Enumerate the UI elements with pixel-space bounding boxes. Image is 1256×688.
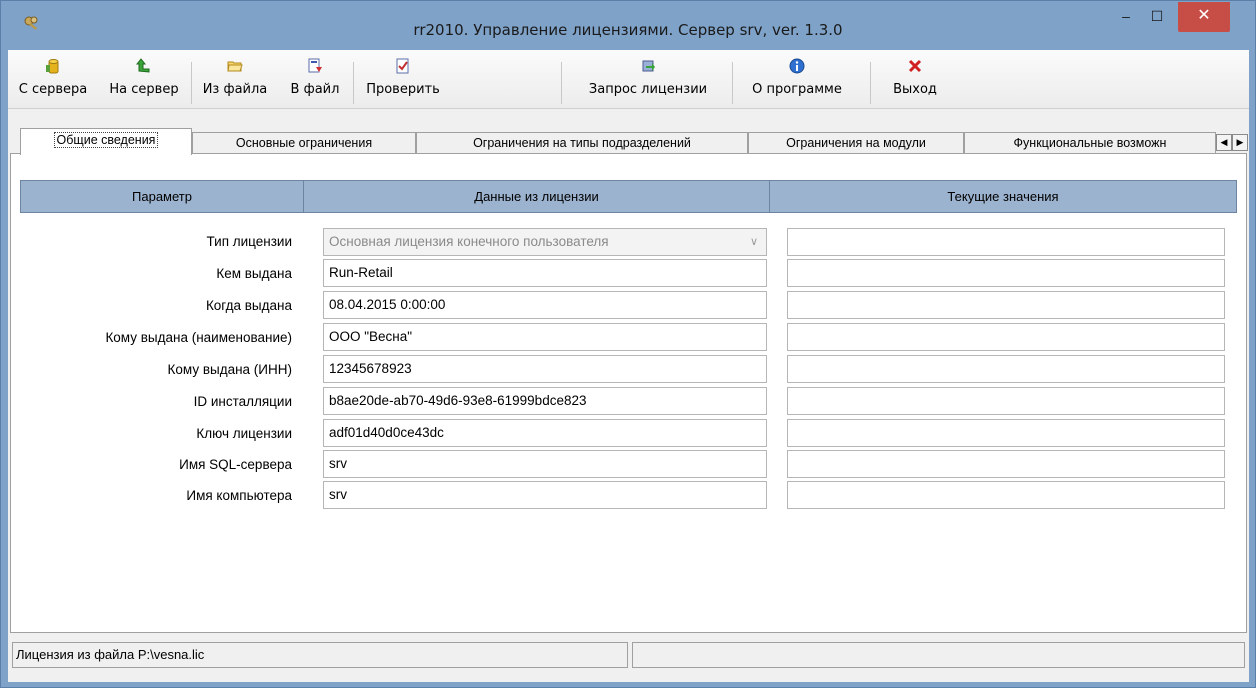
status-license-file: Лицензия из файла P:\vesna.lic: [12, 642, 628, 668]
row-label: Ключ лицензии: [196, 426, 292, 441]
license-value-field[interactable]: adf01d40d0ce43dc: [323, 419, 767, 447]
row-label: Когда выдана: [205, 298, 292, 313]
verify-button[interactable]: Проверить: [360, 58, 446, 108]
row-label: Имя компьютера: [186, 488, 292, 503]
license-value-field[interactable]: 12345678923: [323, 355, 767, 383]
toolbar-separator: [732, 62, 733, 104]
toolbar-separator: [353, 62, 354, 104]
tab-general[interactable]: Общие сведения: [20, 128, 192, 155]
db-download-icon: [46, 59, 59, 74]
verify-label: Проверить: [366, 82, 440, 97]
from-server-button[interactable]: С сервера: [16, 58, 90, 108]
exit-label: Выход: [893, 82, 937, 97]
title-bar[interactable]: rr2010. Управление лицензиями. Сервер sr…: [1, 1, 1255, 50]
row-label: Имя SQL-сервера: [179, 457, 292, 472]
current-value-field[interactable]: [787, 419, 1225, 447]
grid-header: Параметр Данные из лицензии Текущие знач…: [20, 180, 1237, 213]
tab-strip: Общие сведения Основные ограничения Огра…: [8, 128, 1249, 155]
to-server-label: На сервер: [109, 82, 179, 97]
current-value-field[interactable]: [787, 450, 1225, 478]
toolbar-separator: [561, 62, 562, 104]
current-value-field[interactable]: [787, 481, 1225, 509]
exit-button[interactable]: Выход: [886, 58, 944, 108]
to-file-button[interactable]: В файл: [282, 58, 348, 108]
toolbar-separator: [870, 62, 871, 104]
license-value-field[interactable]: ООО "Весна": [323, 323, 767, 351]
header-license-data: Данные из лицензии: [304, 181, 770, 212]
tab-modules[interactable]: Ограничения на модули: [748, 132, 964, 154]
save-file-icon: [308, 58, 322, 73]
minimize-button[interactable]: –: [1113, 2, 1139, 32]
general-panel: Параметр Данные из лицензии Текущие знач…: [10, 153, 1247, 633]
tab-functional[interactable]: Функциональные возможн: [964, 132, 1216, 154]
license-value-field[interactable]: b8ae20de-ab70-49d6-93e8-61999bdce823: [323, 387, 767, 415]
current-value-field[interactable]: [787, 228, 1225, 256]
tab-main-restrictions[interactable]: Основные ограничения: [192, 132, 416, 154]
license-value-field[interactable]: Run-Retail: [323, 259, 767, 287]
header-current-values: Текущие значения: [947, 189, 1059, 204]
about-button[interactable]: О программе: [738, 58, 856, 108]
license-request-button[interactable]: Запрос лицензии: [570, 58, 726, 108]
maximize-button[interactable]: ☐: [1144, 2, 1170, 32]
row-label: ID инсталляции: [193, 394, 292, 409]
about-label: О программе: [752, 82, 842, 97]
exit-x-icon: [908, 59, 922, 73]
row-label: Кому выдана (ИНН): [167, 362, 292, 377]
header-parameter: Параметр: [21, 181, 304, 212]
info-icon: [789, 58, 805, 74]
license-value-field[interactable]: srv: [323, 481, 767, 509]
app-window: rr2010. Управление лицензиями. Сервер sr…: [0, 0, 1256, 688]
current-value-field[interactable]: [787, 355, 1225, 383]
close-window-button[interactable]: ✕: [1178, 2, 1230, 32]
from-file-label: Из файла: [202, 82, 268, 97]
client-area: С сервера На сервер Из файла В файл Пров…: [8, 50, 1249, 682]
status-secondary: [632, 642, 1245, 668]
license-type-combo[interactable]: Основная лицензия конечного пользователя…: [323, 228, 767, 256]
toolbar-separator: [191, 62, 192, 104]
from-file-button[interactable]: Из файла: [198, 58, 272, 108]
window-title: rr2010. Управление лицензиями. Сервер sr…: [413, 21, 843, 39]
folder-open-icon: [227, 61, 243, 72]
to-server-button[interactable]: На сервер: [102, 58, 186, 108]
tab-scroll-right-button[interactable]: ▶: [1232, 134, 1248, 151]
row-label: Тип лицензии: [206, 234, 293, 249]
chevron-down-icon: ∨: [749, 236, 758, 248]
from-server-label: С сервера: [18, 82, 88, 97]
tab-scroll-left-button[interactable]: ◀: [1216, 134, 1232, 151]
current-value-field[interactable]: [787, 259, 1225, 287]
to-file-label: В файл: [290, 82, 340, 97]
tab-general-label: Общие сведения: [53, 132, 159, 148]
license-request-icon: [642, 60, 655, 72]
current-value-field[interactable]: [787, 291, 1225, 319]
current-value-field[interactable]: [787, 323, 1225, 351]
check-document-icon: [396, 58, 409, 74]
license-value-field[interactable]: srv: [323, 450, 767, 478]
row-label: Кому выдана (наименование): [105, 330, 292, 345]
toolbar: С сервера На сервер Из файла В файл Пров…: [8, 50, 1249, 109]
license-value-field[interactable]: 08.04.2015 0:00:00: [323, 291, 767, 319]
status-bar: Лицензия из файла P:\vesna.lic: [8, 638, 1249, 682]
current-value-field[interactable]: [787, 387, 1225, 415]
license-request-label: Запрос лицензии: [588, 82, 708, 97]
row-label: Кем выдана: [216, 266, 292, 281]
tab-division-types[interactable]: Ограничения на типы подразделений: [416, 132, 748, 154]
license-type-value: Основная лицензия конечного пользователя: [329, 234, 609, 249]
arrow-up-icon: [136, 58, 150, 73]
